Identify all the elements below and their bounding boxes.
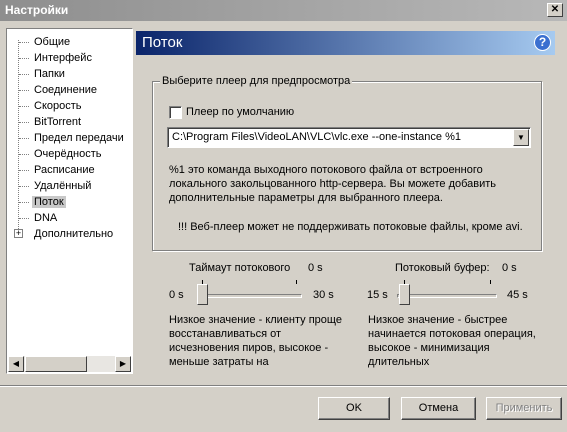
- default-player-checkbox[interactable]: [169, 106, 182, 119]
- arrow-left-icon[interactable]: ◀: [8, 356, 24, 372]
- player-command-combo[interactable]: C:\Program Files\VideoLAN\VLC\vlc.exe --…: [167, 127, 531, 148]
- settings-tree: Общие Интерфейс Папки Соединение Скорост…: [6, 28, 133, 374]
- timeout-slider-track[interactable]: [197, 294, 302, 298]
- tree-item-general[interactable]: Общие: [18, 34, 72, 50]
- scrollbar-thumb[interactable]: [25, 356, 87, 372]
- timeout-slider-description: Низкое значение - клиенту проще восстана…: [169, 314, 342, 368]
- tree-item-remote[interactable]: Удалённый: [18, 178, 93, 194]
- footer-separator: [0, 385, 567, 387]
- tree-item-dna[interactable]: DNA: [18, 210, 59, 226]
- timeout-slider-thumb[interactable]: [197, 284, 208, 305]
- window-title: Настройки: [5, 3, 69, 17]
- tree-item-streaming[interactable]: Поток: [18, 194, 66, 210]
- buffer-slider-current: 0 s: [502, 262, 517, 274]
- timeout-tick-end: [296, 280, 297, 284]
- chevron-down-icon[interactable]: ▼: [513, 129, 529, 146]
- player-group-title: Выберите плеер для предпросмотра: [160, 75, 353, 87]
- tree-item-transfer-limit[interactable]: Предел передачи: [18, 130, 126, 146]
- tree-item-scheduler[interactable]: Расписание: [18, 162, 97, 178]
- apply-button[interactable]: Применить: [486, 397, 562, 420]
- buffer-slider-thumb[interactable]: [399, 284, 410, 305]
- timeout-slider-title: Таймаут потокового: [189, 262, 291, 274]
- tree-item-interface[interactable]: Интерфейс: [18, 50, 94, 66]
- tree-item-queue[interactable]: Очерёдность: [18, 146, 104, 162]
- buffer-slider-title: Потоковый буфер:: [395, 262, 490, 274]
- tree-item-bittorrent[interactable]: BitTorrent: [18, 114, 83, 130]
- settings-window: Настройки ✕ Общие Интерфейс Папки Соедин…: [0, 0, 567, 432]
- default-player-label[interactable]: Плеер по умолчанию: [186, 106, 294, 118]
- ok-button[interactable]: OK: [318, 397, 390, 420]
- close-icon[interactable]: ✕: [547, 3, 563, 17]
- timeout-slider-max: 30 s: [313, 289, 334, 301]
- tree-item-advanced[interactable]: + Дополнительно: [14, 226, 115, 242]
- buffer-slider-max: 45 s: [507, 289, 528, 301]
- page-title: Поток: [142, 34, 183, 51]
- arrow-right-icon[interactable]: ▶: [115, 356, 131, 372]
- tree-horizontal-scrollbar[interactable]: ◀ ▶: [8, 356, 131, 372]
- tree-item-folders[interactable]: Папки: [18, 66, 67, 82]
- tree-item-connection[interactable]: Соединение: [18, 82, 99, 98]
- buffer-slider-track[interactable]: [397, 294, 497, 298]
- expand-icon[interactable]: +: [14, 229, 23, 238]
- buffer-tick-end: [490, 280, 491, 284]
- cancel-button[interactable]: Отмена: [401, 397, 476, 420]
- page-header: Поток ?: [136, 31, 555, 55]
- timeout-slider-min: 0 s: [169, 289, 184, 301]
- tree-item-speed[interactable]: Скорость: [18, 98, 84, 114]
- help-icon[interactable]: ?: [534, 34, 551, 51]
- player-command-value[interactable]: C:\Program Files\VideoLAN\VLC\vlc.exe --…: [172, 131, 461, 143]
- timeout-slider-current: 0 s: [308, 262, 323, 274]
- buffer-slider-min: 15 s: [367, 289, 388, 301]
- buffer-slider-description: Низкое значение - быстрее начинается пот…: [368, 314, 536, 368]
- player-description: %1 это команда выходного потокового файл…: [169, 164, 497, 204]
- player-warning: !!! Веб-плеер может не поддерживать пото…: [178, 221, 523, 233]
- tree-content: Общие Интерфейс Папки Соединение Скорост…: [8, 30, 131, 356]
- title-bar: Настройки ✕: [0, 0, 567, 21]
